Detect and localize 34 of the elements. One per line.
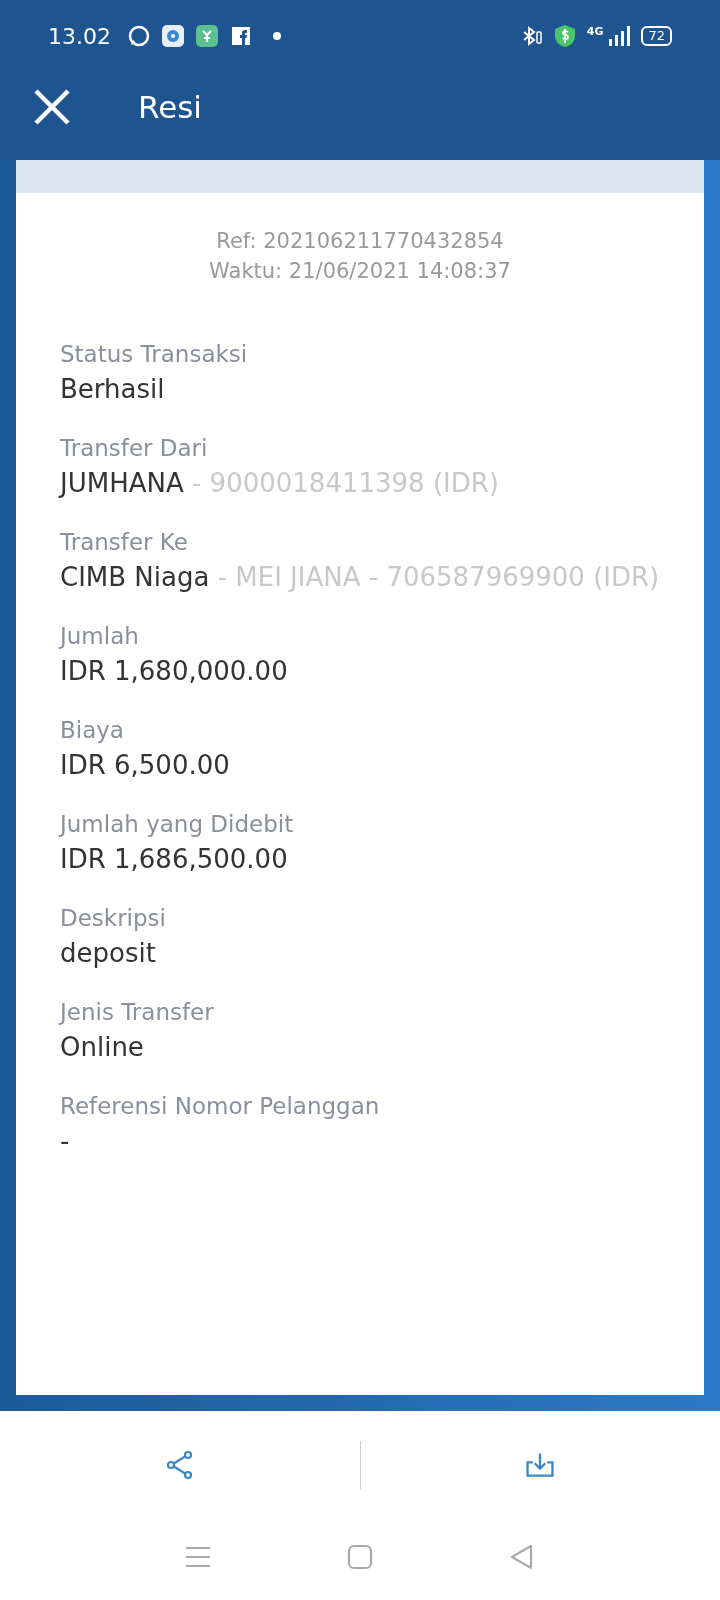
battery-level: 72: [641, 26, 672, 46]
signal-icon: [607, 24, 632, 48]
field-value: deposit: [60, 937, 157, 970]
field-value: Online: [60, 1031, 145, 1064]
field-value: IDR 1,686,500.00: [60, 843, 289, 876]
field-label: Jenis Transfer: [60, 998, 215, 1027]
screen-title: Resi: [138, 89, 202, 125]
field-label: Jumlah yang Didebit: [60, 810, 295, 839]
app-icon: [161, 24, 185, 48]
transaction-time: Waktu: 21/06/2021 14:08:37: [208, 258, 512, 285]
social-app-icon: [229, 24, 253, 48]
download-icon[interactable]: [524, 1450, 557, 1480]
field-value: IDR 6,500.00: [60, 749, 231, 782]
reference-number: Ref: 202106211770432854: [215, 228, 505, 255]
chat-app-icon: [127, 24, 151, 48]
menu-icon[interactable]: [185, 1544, 211, 1570]
field-label: Referensi Nomor Pelanggan: [60, 1092, 381, 1121]
shield-icon: [552, 24, 577, 48]
field-label: Transfer Ke: [60, 528, 189, 557]
notification-dot-icon: [273, 32, 281, 40]
field-label: Jumlah: [60, 622, 140, 651]
field-value: IDR 1,680,000.00: [60, 655, 289, 688]
field-label: Transfer Dari: [60, 434, 209, 463]
network-type: 4G: [586, 24, 604, 38]
field-value: Berhasil: [60, 373, 166, 406]
field-value: -: [60, 1125, 71, 1158]
close-icon[interactable]: [32, 87, 72, 127]
field-label: Status Transaksi: [60, 340, 249, 369]
field-label: Biaya: [60, 716, 125, 745]
field-label: Deskripsi: [60, 904, 167, 933]
app-icon: [195, 24, 219, 48]
home-icon[interactable]: [347, 1544, 373, 1570]
back-icon[interactable]: [509, 1544, 535, 1570]
clock: 13.02: [48, 23, 111, 49]
